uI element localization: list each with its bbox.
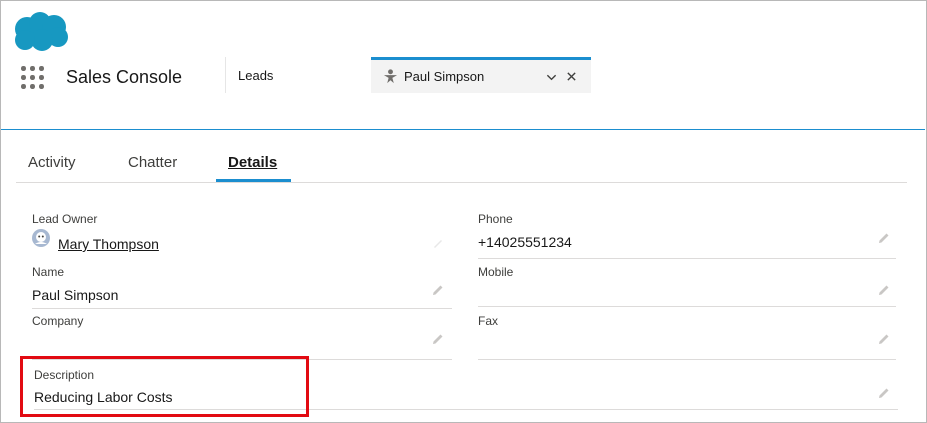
field-mobile: Mobile bbox=[478, 265, 896, 310]
lock-icon bbox=[434, 240, 442, 248]
field-divider bbox=[478, 359, 896, 360]
field-divider bbox=[478, 258, 896, 259]
console-nav-bar: Sales Console Leads Paul Simpson bbox=[1, 57, 925, 130]
tab-activity[interactable]: Activity bbox=[28, 154, 76, 171]
tab-paul-simpson[interactable]: Paul Simpson bbox=[371, 57, 591, 93]
field-label: Lead Owner bbox=[32, 212, 98, 226]
tab-label: Paul Simpson bbox=[404, 69, 485, 84]
field-fax: Fax bbox=[478, 314, 896, 362]
field-label: Phone bbox=[478, 212, 513, 226]
record-tab-bar: Activity Chatter Details bbox=[16, 146, 907, 183]
field-phone: Phone +14025551234 bbox=[478, 212, 896, 260]
pencil-icon[interactable] bbox=[432, 333, 444, 345]
field-label: Description bbox=[34, 368, 95, 382]
field-label: Name bbox=[32, 265, 65, 279]
tab-details[interactable]: Details bbox=[228, 154, 277, 171]
field-divider bbox=[34, 409, 898, 410]
field-description: Description Reducing Labor Costs bbox=[34, 368, 898, 410]
app-launcher-icon[interactable] bbox=[21, 66, 45, 90]
lead-icon bbox=[383, 69, 398, 84]
pencil-icon[interactable] bbox=[878, 387, 890, 399]
phone-link[interactable]: +14025551234 bbox=[478, 234, 572, 250]
name-value: Paul Simpson bbox=[32, 287, 119, 303]
field-company: Company bbox=[32, 314, 452, 362]
close-icon[interactable] bbox=[566, 71, 577, 82]
pencil-icon[interactable] bbox=[878, 232, 890, 244]
salesforce-cloud-logo bbox=[15, 12, 68, 51]
field-label: Company bbox=[32, 314, 84, 328]
chevron-down-icon[interactable] bbox=[546, 72, 557, 83]
field-label: Fax bbox=[478, 314, 499, 328]
field-label: Mobile bbox=[478, 265, 514, 279]
field-lead-owner: Lead Owner Mary Thompson bbox=[32, 212, 452, 260]
lead-owner-link[interactable]: Mary Thompson bbox=[58, 236, 159, 252]
field-divider bbox=[32, 359, 452, 360]
active-tab-indicator bbox=[216, 179, 291, 182]
pencil-icon[interactable] bbox=[432, 284, 444, 296]
app-name: Sales Console bbox=[66, 67, 183, 87]
field-divider bbox=[32, 308, 452, 309]
pencil-icon[interactable] bbox=[878, 284, 890, 296]
field-divider bbox=[478, 306, 896, 307]
user-avatar-icon bbox=[32, 229, 50, 247]
tab-chatter[interactable]: Chatter bbox=[128, 154, 177, 171]
field-name: Name Paul Simpson bbox=[32, 265, 452, 310]
pencil-icon[interactable] bbox=[878, 333, 890, 345]
tab-leads[interactable]: Leads bbox=[226, 57, 369, 93]
description-value: Reducing Labor Costs bbox=[34, 389, 173, 405]
